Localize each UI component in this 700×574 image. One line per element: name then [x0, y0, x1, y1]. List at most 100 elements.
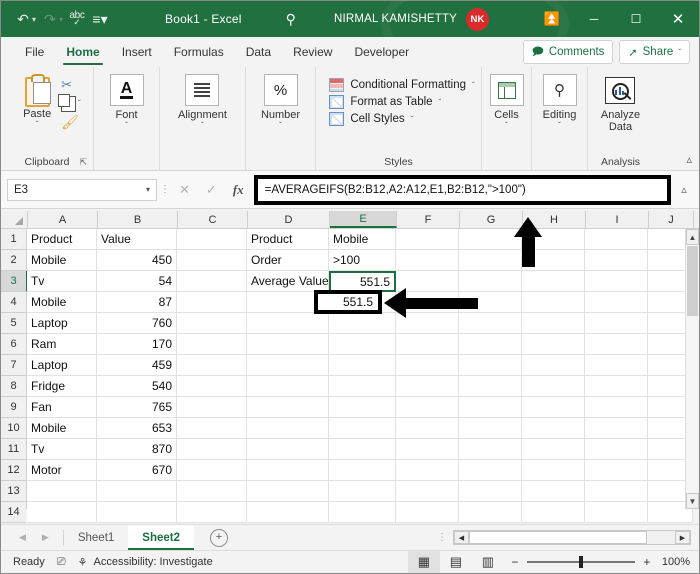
analyze-data-button[interactable]: Analyze Data	[601, 74, 640, 133]
cell-e9[interactable]	[329, 397, 396, 418]
cell-h4[interactable]	[522, 292, 585, 313]
cell-e8[interactable]	[329, 376, 396, 397]
cell-f2[interactable]	[396, 250, 459, 271]
cell-e12[interactable]	[329, 460, 396, 481]
tab-data[interactable]: Data	[235, 37, 282, 67]
select-all-corner[interactable]	[1, 211, 28, 228]
cell-a1[interactable]: Product	[27, 229, 97, 250]
scroll-up-button[interactable]: ▲	[686, 229, 699, 245]
cell-d6[interactable]	[247, 334, 329, 355]
cell-c3[interactable]	[177, 271, 247, 292]
row-header-7[interactable]: 7	[1, 355, 26, 376]
insert-function-icon[interactable]: fx	[233, 182, 244, 198]
cell-d12[interactable]	[247, 460, 329, 481]
scroll-left-button[interactable]: ◀	[454, 531, 469, 544]
cell-a10[interactable]: Mobile	[27, 418, 97, 439]
cell-c2[interactable]	[177, 250, 247, 271]
collapse-ribbon-icon[interactable]: ▵	[686, 153, 692, 166]
formula-bar-grip[interactable]: ⋮	[157, 185, 173, 195]
cells-button[interactable]: Cells ˇ	[489, 74, 524, 130]
cell-d7[interactable]	[247, 355, 329, 376]
next-sheet-arrow[interactable]: ▶	[42, 532, 49, 543]
name-box-caret-icon[interactable]: ▾	[146, 185, 150, 194]
cell-f6[interactable]	[396, 334, 459, 355]
cell-a4[interactable]: Mobile	[27, 292, 97, 313]
scroll-down-button[interactable]: ▼	[686, 493, 699, 509]
cell-b1[interactable]: Value	[97, 229, 177, 250]
cell-h6[interactable]	[522, 334, 585, 355]
enter-check-icon[interactable]: ✓	[206, 182, 217, 198]
spelling-icon[interactable]: abc ✓	[66, 7, 88, 31]
cell-e6[interactable]	[329, 334, 396, 355]
cell-i12[interactable]	[585, 460, 648, 481]
column-header-i[interactable]: I	[586, 211, 649, 228]
cell-c10[interactable]	[177, 418, 247, 439]
cell-c5[interactable]	[177, 313, 247, 334]
cells-caret-icon[interactable]: ˇ	[505, 122, 508, 130]
column-header-a[interactable]: A	[28, 211, 98, 228]
record-macro-button[interactable]: ⎚	[45, 556, 66, 569]
conditional-formatting-button[interactable]: Conditional Formatting ˇ	[329, 78, 475, 92]
cell-g8[interactable]	[459, 376, 522, 397]
cell-b9[interactable]: 765	[97, 397, 177, 418]
cell-d14[interactable]	[247, 502, 329, 523]
cell-g11[interactable]	[459, 439, 522, 460]
expand-formula-bar-icon[interactable]: ▵	[675, 183, 693, 196]
cell-b12[interactable]: 670	[97, 460, 177, 481]
previous-sheet-arrow[interactable]: ◀	[19, 532, 26, 543]
sheet-tab-sheet2[interactable]: Sheet2	[128, 524, 195, 551]
cell-i4[interactable]	[585, 292, 648, 313]
font-button[interactable]: A Font ˇ	[109, 74, 144, 130]
cell-f11[interactable]	[396, 439, 459, 460]
cell-f1[interactable]	[396, 229, 459, 250]
cell-h5[interactable]	[522, 313, 585, 334]
cell-a9[interactable]: Fan	[27, 397, 97, 418]
page-break-preview-button[interactable]: ▥	[472, 551, 504, 574]
format-painter-button[interactable]: 🖌	[61, 114, 81, 131]
redo-caret-icon[interactable]: ▾	[59, 15, 63, 24]
cell-b7[interactable]: 459	[97, 355, 177, 376]
sheet-tab-sheet1[interactable]: Sheet1	[64, 525, 128, 551]
cell-b13[interactable]	[97, 481, 177, 502]
cancel-icon[interactable]: ✕	[179, 182, 190, 198]
cell-b8[interactable]: 540	[97, 376, 177, 397]
cell-d10[interactable]	[247, 418, 329, 439]
row-header-11[interactable]: 11	[1, 439, 26, 460]
minimize-button[interactable]: ─	[573, 1, 615, 37]
copy-button[interactable]: ˇ	[58, 93, 81, 112]
cell-i3[interactable]	[585, 271, 648, 292]
vertical-scroll-thumb[interactable]	[687, 246, 698, 316]
horizontal-scrollbar[interactable]: ◀ ▶	[453, 530, 691, 545]
tab-review[interactable]: Review	[282, 37, 343, 67]
zoom-track[interactable]	[526, 556, 635, 569]
row-header-6[interactable]: 6	[1, 334, 26, 355]
tab-insert[interactable]: Insert	[111, 37, 163, 67]
cell-f13[interactable]	[396, 481, 459, 502]
add-sheet-button[interactable]: +	[210, 528, 229, 547]
cell-g1[interactable]	[459, 229, 522, 250]
cell-a12[interactable]: Motor	[27, 460, 97, 481]
undo-caret-icon[interactable]: ▾	[32, 15, 36, 24]
zoom-thumb[interactable]	[578, 556, 583, 569]
cell-a13[interactable]	[27, 481, 97, 502]
cell-b11[interactable]: 870	[97, 439, 177, 460]
cell-c12[interactable]	[177, 460, 247, 481]
cell-f14[interactable]	[396, 502, 459, 523]
cell-e1[interactable]: Mobile	[329, 229, 396, 250]
cell-g14[interactable]	[459, 502, 522, 523]
tab-formulas[interactable]: Formulas	[163, 37, 235, 67]
cell-g6[interactable]	[459, 334, 522, 355]
cell-styles-caret-icon[interactable]: ˇ	[411, 115, 414, 124]
tab-file[interactable]: File	[14, 37, 55, 67]
cell-i2[interactable]	[585, 250, 648, 271]
cell-b6[interactable]: 170	[97, 334, 177, 355]
cell-f8[interactable]	[396, 376, 459, 397]
cell-i14[interactable]	[585, 502, 648, 523]
cell-a2[interactable]: Mobile	[27, 250, 97, 271]
cell-d13[interactable]	[247, 481, 329, 502]
cell-a11[interactable]: Tv	[27, 439, 97, 460]
page-layout-view-button[interactable]: ▤	[440, 551, 472, 574]
cell-g2[interactable]	[459, 250, 522, 271]
row-header-10[interactable]: 10	[1, 418, 26, 439]
cell-b4[interactable]: 87	[97, 292, 177, 313]
